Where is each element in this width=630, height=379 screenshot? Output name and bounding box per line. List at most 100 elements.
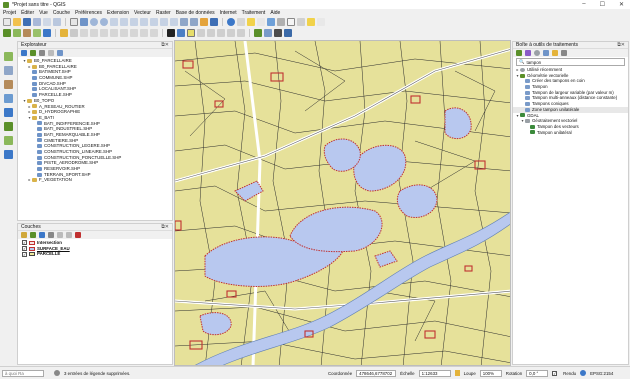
menu-traitement[interactable]: Traitement: [242, 10, 266, 16]
label-style-icon[interactable]: [177, 29, 185, 37]
panel-float-close-icon[interactable]: ⧉✕: [617, 42, 625, 48]
pan-hand-icon[interactable]: [70, 18, 78, 26]
add-spatialite-icon[interactable]: [3, 94, 13, 103]
scripts-icon[interactable]: [525, 50, 531, 56]
remove-layer-icon[interactable]: [75, 232, 81, 238]
zoom-out-icon[interactable]: [100, 18, 108, 26]
menu-aide[interactable]: Aide: [270, 10, 280, 16]
open-attribute-table-icon[interactable]: [237, 18, 245, 26]
layer-visibility-checkbox[interactable]: ✓: [22, 246, 27, 252]
paste-features-icon[interactable]: [130, 29, 138, 37]
pan-to-selection-icon[interactable]: [80, 18, 88, 26]
layout-manager-icon[interactable]: [53, 18, 61, 26]
data-source-manager-icon[interactable]: [3, 29, 11, 37]
toggle-editing-icon[interactable]: [60, 29, 68, 37]
zoom-in-icon[interactable]: [90, 18, 98, 26]
render-checkbox[interactable]: ✓: [552, 370, 558, 376]
label-icon[interactable]: [167, 29, 175, 37]
results-viewer-icon[interactable]: [543, 50, 549, 56]
toolbox-search-input[interactable]: 🔍 tampon: [516, 58, 625, 66]
save-as-icon[interactable]: [33, 18, 41, 26]
bookmark-icon[interactable]: [200, 18, 208, 26]
undo-icon[interactable]: [140, 29, 148, 37]
zoom-layer-icon[interactable]: [140, 18, 148, 26]
zoom-last-icon[interactable]: [160, 18, 168, 26]
add-group-icon[interactable]: [30, 232, 36, 238]
measure-icon[interactable]: [287, 18, 295, 26]
locator-search-input[interactable]: [2, 369, 44, 377]
add-wms-icon[interactable]: [43, 29, 51, 37]
add-postgis-icon[interactable]: [3, 108, 13, 117]
scale-field[interactable]: 1:12633: [418, 369, 451, 377]
menu-projet[interactable]: Projet: [3, 10, 16, 16]
history-icon[interactable]: [534, 50, 540, 56]
change-label-icon[interactable]: [237, 29, 245, 37]
open-project-icon[interactable]: [13, 18, 21, 26]
new-shapefile-icon[interactable]: [33, 29, 41, 37]
menu-base-de-donnees[interactable]: Base de données: [176, 10, 215, 16]
cut-features-icon[interactable]: [110, 29, 118, 37]
layer-item-parcelle[interactable]: ✓ PARCELLE: [22, 251, 172, 257]
identify-icon[interactable]: [227, 18, 235, 26]
add-delimited-text-icon[interactable]: [3, 66, 13, 75]
select-features-icon[interactable]: [247, 18, 255, 26]
crs-globe-icon[interactable]: [580, 370, 587, 376]
zoom-next-icon[interactable]: [170, 18, 178, 26]
add-vector-layer-icon[interactable]: [13, 29, 21, 37]
add-layer-icon[interactable]: [3, 52, 13, 61]
map-canvas[interactable]: [174, 40, 511, 366]
toolbox-item[interactable]: Tampon unilatéral: [513, 130, 628, 136]
zoom-selection-icon[interactable]: [130, 18, 138, 26]
save-project-icon[interactable]: [23, 18, 31, 26]
field-calculator-icon[interactable]: [267, 18, 275, 26]
filter-icon[interactable]: [39, 50, 45, 56]
menu-vue[interactable]: Vue: [39, 10, 48, 16]
minimize-button[interactable]: –: [582, 1, 585, 8]
add-wfs-icon[interactable]: [3, 136, 13, 145]
edit-features-in-place-icon[interactable]: [552, 50, 558, 56]
menu-editer[interactable]: Éditer: [21, 10, 34, 16]
add-selected-layers-icon[interactable]: [30, 50, 36, 56]
close-button[interactable]: ✕: [619, 1, 624, 8]
magnifier-field[interactable]: 100%: [479, 369, 502, 377]
text-annotation-icon[interactable]: [317, 18, 325, 26]
maximize-button[interactable]: ☐: [600, 1, 605, 8]
menu-raster[interactable]: Raster: [156, 10, 171, 16]
map-tips-icon[interactable]: [307, 18, 315, 26]
crs-label[interactable]: EPSG:2154: [590, 371, 613, 376]
manage-map-themes-icon[interactable]: [39, 232, 45, 238]
menu-extension[interactable]: Extension: [107, 10, 129, 16]
coordinate-field[interactable]: 478646,6778702: [356, 369, 397, 377]
graphical-modeler-icon[interactable]: [274, 29, 282, 37]
layer-styling-icon[interactable]: [21, 232, 27, 238]
rotation-field[interactable]: 0,0 °: [526, 369, 549, 377]
panel-float-close-icon[interactable]: ⧉✕: [161, 224, 169, 230]
menu-couche[interactable]: Couche: [53, 10, 70, 16]
refresh-icon[interactable]: [210, 18, 218, 26]
save-edits-icon[interactable]: [70, 29, 78, 37]
add-wcs-icon[interactable]: [3, 150, 13, 159]
menu-preferences[interactable]: Préférences: [75, 10, 102, 16]
vertex-tool-icon[interactable]: [90, 29, 98, 37]
python-console-icon[interactable]: [264, 29, 272, 37]
add-raster-icon[interactable]: [3, 80, 13, 89]
annotation-icon[interactable]: [297, 18, 305, 26]
georeferencer-icon[interactable]: [284, 29, 292, 37]
add-raster-layer-icon[interactable]: [23, 29, 31, 37]
new-project-icon[interactable]: [3, 18, 11, 26]
statistics-icon[interactable]: [277, 18, 285, 26]
new-map-view-icon[interactable]: [180, 18, 188, 26]
layer-visibility-checkbox[interactable]: ✓: [22, 251, 27, 257]
layer-diagram-icon[interactable]: [187, 29, 195, 37]
options-icon[interactable]: [561, 50, 567, 56]
new-3d-view-icon[interactable]: [190, 18, 198, 26]
refresh-icon[interactable]: [21, 50, 27, 56]
rotate-label-icon[interactable]: [227, 29, 235, 37]
pin-labels-icon[interactable]: [197, 29, 205, 37]
lock-icon[interactable]: [454, 370, 460, 376]
layer-visibility-checkbox[interactable]: ✓: [22, 240, 27, 246]
menu-vecteur[interactable]: Vecteur: [134, 10, 151, 16]
print-layout-icon[interactable]: [43, 18, 51, 26]
redo-icon[interactable]: [150, 29, 158, 37]
zoom-full-icon[interactable]: [120, 18, 128, 26]
